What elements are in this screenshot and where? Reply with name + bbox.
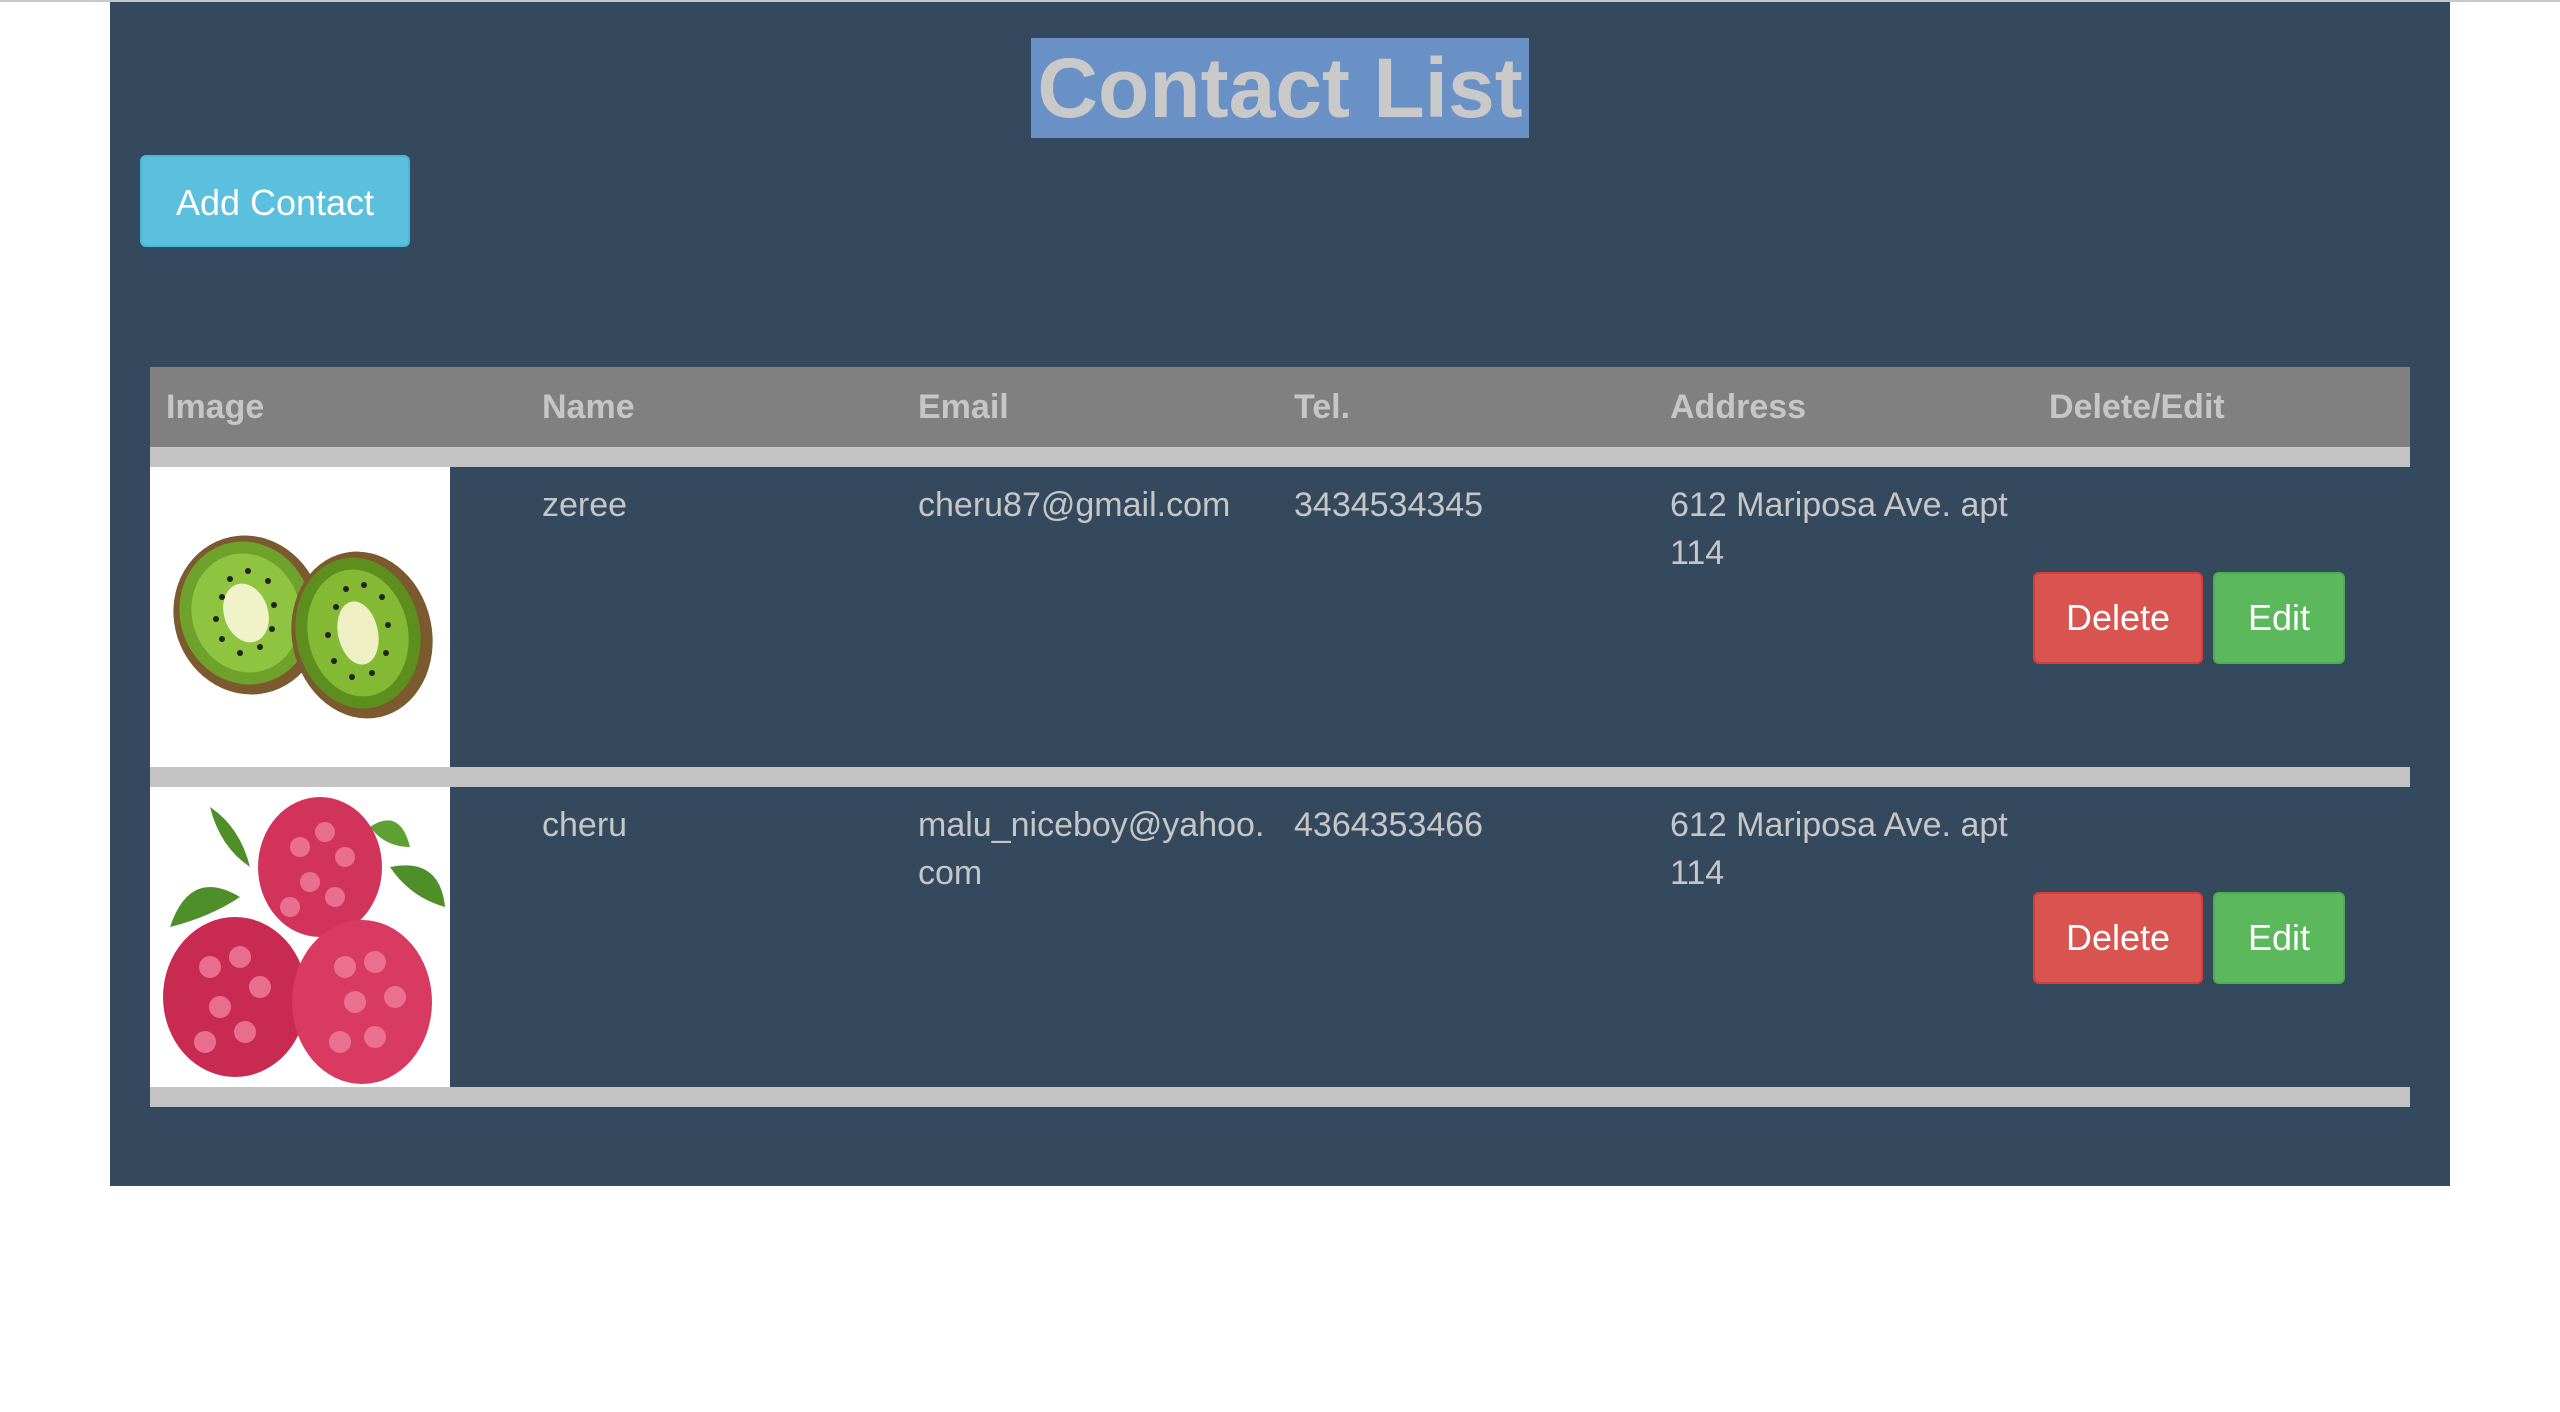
contacts-table: Image Name Email Tel. Address Delete/Edi… bbox=[150, 367, 2410, 1107]
table-row: zeree cheru87@gmail.com 3434534345 612 M… bbox=[150, 467, 2410, 787]
delete-button[interactable]: Delete bbox=[2033, 892, 2203, 984]
kiwi-icon bbox=[173, 535, 433, 719]
header-address: Address bbox=[1670, 388, 1807, 426]
header-image: Image bbox=[166, 388, 265, 426]
header-tel: Tel. bbox=[1294, 388, 1351, 426]
page-title: Contact List bbox=[1031, 38, 1529, 138]
title-wrap: Contact List bbox=[110, 38, 2450, 138]
contact-list-panel: Contact List Add Contact Image Name Emai… bbox=[110, 2, 2450, 1186]
edit-button[interactable]: Edit bbox=[2213, 572, 2345, 664]
raspberry-image bbox=[150, 787, 450, 1087]
header-delete-edit: Delete/Edit bbox=[2049, 388, 2225, 426]
kiwi-image bbox=[150, 467, 450, 767]
table-row: cheru malu_niceboy@yahoo.com 4364353466 … bbox=[150, 787, 2410, 1107]
edit-button[interactable]: Edit bbox=[2213, 892, 2345, 984]
header-email: Email bbox=[918, 388, 1009, 426]
contact-tel: 3434534345 bbox=[1294, 486, 1484, 524]
header-name: Name bbox=[542, 388, 635, 426]
contact-email: cheru87@gmail.com bbox=[918, 486, 1231, 524]
table-header: Image Name Email Tel. Address Delete/Edi… bbox=[150, 367, 2410, 467]
contact-address: 612 Mariposa Ave. apt 114 bbox=[1670, 486, 2008, 572]
delete-button[interactable]: Delete bbox=[2033, 572, 2203, 664]
contact-name: zeree bbox=[542, 486, 628, 524]
contact-name: cheru bbox=[542, 806, 628, 844]
contact-email: malu_niceboy@yahoo.com bbox=[918, 806, 1265, 892]
contact-address: 612 Mariposa Ave. apt 114 bbox=[1670, 806, 2008, 892]
raspberry-icon bbox=[163, 797, 445, 1084]
add-contact-button[interactable]: Add Contact bbox=[140, 155, 410, 247]
contact-tel: 4364353466 bbox=[1294, 806, 1484, 844]
